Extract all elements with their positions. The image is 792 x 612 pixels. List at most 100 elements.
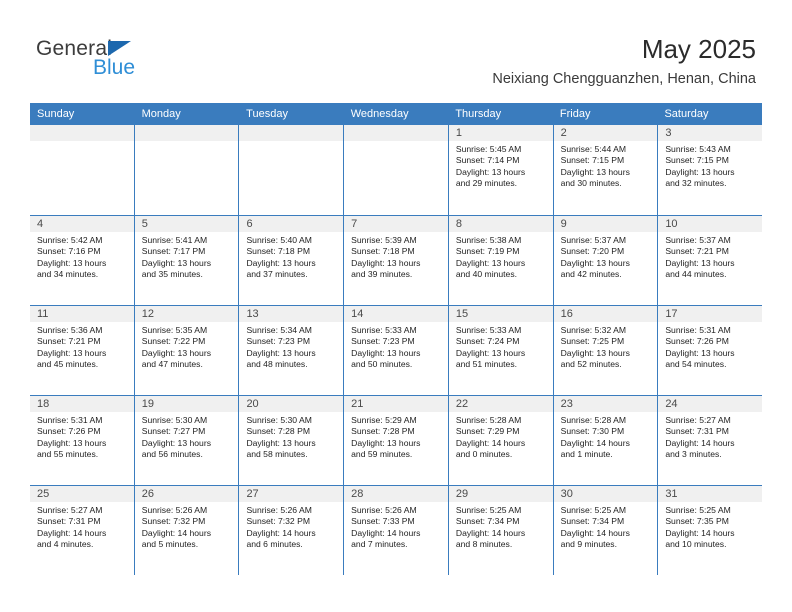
- calendar-day-cell[interactable]: 23 Sunrise: 5:28 AM Sunset: 7:30 PM Dayligh…: [552, 396, 658, 485]
- calendar-day-cell[interactable]: 26 Sunrise: 5:26 AM Sunset: 7:32 PM Dayligh…: [133, 486, 239, 575]
- sunrise-text: Sunrise: 5:44 AM: [560, 144, 627, 154]
- daylight-text-line2: and 35 minutes.: [141, 269, 203, 280]
- sunrise-text: Sunrise: 5:36 AM: [37, 325, 103, 335]
- day-details: Sunrise: 5:28 AM Sunset: 7:29 PM Daylight:…: [449, 412, 553, 461]
- day-details: Sunrise: 5:45 AM Sunset: 7:14 PM Daylight:…: [449, 141, 553, 190]
- sunrise-text: Sunrise: 5:33 AM: [455, 325, 522, 335]
- calendar-day-cell[interactable]: 14 Sunrise: 5:33 AM Sunset: 7:23 PM Dayligh…: [343, 306, 448, 395]
- daylight-text-line1: Daylight: 13 hours: [560, 166, 630, 177]
- page-title: May 2025: [641, 34, 756, 64]
- sunset-text: Sunset: 7:23 PM: [246, 336, 310, 347]
- sunrise-text: Sunrise: 5:41 AM: [141, 235, 208, 245]
- day-details: Sunrise: 5:37 AM Sunset: 7:21 PM Daylight:…: [658, 232, 762, 281]
- calendar-day-cell[interactable]: 6 Sunrise: 5:40 AM Sunset: 7:18 PM Daylight…: [238, 216, 344, 305]
- calendar-day-cell[interactable]: 31 Sunrise: 5:25 AM Sunset: 7:35 PM Dayligh…: [657, 486, 763, 575]
- day-number: [239, 125, 344, 141]
- day-number: 3: [658, 125, 763, 141]
- calendar-day-cell[interactable]: 7 Sunrise: 5:39 AM Sunset: 7:18 PM Daylight…: [343, 216, 448, 305]
- day-number: [30, 125, 134, 141]
- sunset-text: Sunset: 7:15 PM: [560, 155, 625, 166]
- day-number: 6: [239, 216, 344, 232]
- sunset-text: Sunset: 7:27 PM: [141, 426, 206, 437]
- daylight-text-line2: and 52 minutes.: [560, 359, 622, 370]
- sunrise-text: Sunrise: 5:35 AM: [141, 325, 208, 335]
- calendar-day-cell[interactable]: 15 Sunrise: 5:33 AM Sunset: 7:24 PM Dayligh…: [447, 306, 553, 395]
- day-details: Sunrise: 5:43 AM Sunset: 7:15 PM Daylight:…: [658, 141, 762, 190]
- sunset-text: Sunset: 7:31 PM: [37, 516, 101, 527]
- calendar-day-cell[interactable]: 24 Sunrise: 5:27 AM Sunset: 7:31 PM Dayligh…: [657, 396, 763, 485]
- sunset-text: Sunset: 7:15 PM: [665, 155, 729, 166]
- calendar-day-cell-empty: [133, 125, 239, 215]
- calendar-day-cell[interactable]: 12 Sunrise: 5:35 AM Sunset: 7:22 PM Dayligh…: [133, 306, 239, 395]
- day-number: 26: [134, 486, 239, 502]
- day-number: 10: [658, 216, 763, 232]
- calendar-day-cell[interactable]: 28 Sunrise: 5:26 AM Sunset: 7:33 PM Dayligh…: [343, 486, 448, 575]
- calendar-day-cell[interactable]: 18 Sunrise: 5:31 AM Sunset: 7:26 PM Dayligh…: [30, 396, 134, 485]
- weekday-header-row: Sunday Monday Tuesday Wednesday Thursday…: [30, 103, 762, 125]
- day-details: Sunrise: 5:27 AM Sunset: 7:31 PM Daylight:…: [30, 502, 134, 551]
- calendar-day-cell[interactable]: 1 Sunrise: 5:45 AM Sunset: 7:14 PM Daylight…: [447, 125, 553, 215]
- calendar-day-cell[interactable]: 9 Sunrise: 5:37 AM Sunset: 7:20 PM Daylight…: [552, 216, 658, 305]
- day-details: Sunrise: 5:25 AM Sunset: 7:35 PM Daylight:…: [658, 502, 762, 551]
- daylight-text-line1: Daylight: 13 hours: [246, 437, 316, 448]
- sunrise-text: Sunrise: 5:40 AM: [246, 235, 312, 245]
- calendar-day-cell[interactable]: 3 Sunrise: 5:43 AM Sunset: 7:15 PM Daylight…: [657, 125, 763, 215]
- sunset-text: Sunset: 7:25 PM: [560, 336, 625, 347]
- calendar-day-cell[interactable]: 2 Sunrise: 5:44 AM Sunset: 7:15 PM Daylight…: [552, 125, 658, 215]
- sunrise-text: Sunrise: 5:26 AM: [141, 505, 208, 515]
- sunrise-text: Sunrise: 5:45 AM: [455, 144, 522, 154]
- weekday-saturday: Saturday: [664, 108, 709, 120]
- calendar-day-cell[interactable]: 11 Sunrise: 5:36 AM Sunset: 7:21 PM Dayligh…: [30, 306, 134, 395]
- calendar-day-cell[interactable]: 27 Sunrise: 5:26 AM Sunset: 7:32 PM Dayligh…: [238, 486, 344, 575]
- calendar-day-cell[interactable]: 25 Sunrise: 5:27 AM Sunset: 7:31 PM Dayligh…: [30, 486, 134, 575]
- calendar-day-cell[interactable]: 22 Sunrise: 5:28 AM Sunset: 7:29 PM Dayligh…: [447, 396, 553, 485]
- day-number: 17: [658, 306, 763, 322]
- calendar-day-cell[interactable]: 21 Sunrise: 5:29 AM Sunset: 7:28 PM Dayligh…: [343, 396, 448, 485]
- daylight-text-line1: Daylight: 13 hours: [560, 347, 630, 358]
- sunset-text: Sunset: 7:35 PM: [665, 516, 729, 527]
- daylight-text-line1: Daylight: 13 hours: [246, 257, 316, 268]
- daylight-text-line2: and 8 minutes.: [455, 539, 513, 550]
- daylight-text-line1: Daylight: 13 hours: [665, 166, 735, 177]
- calendar-day-cell[interactable]: 17 Sunrise: 5:31 AM Sunset: 7:26 PM Dayligh…: [657, 306, 763, 395]
- calendar-day-cell[interactable]: 5 Sunrise: 5:41 AM Sunset: 7:17 PM Daylight…: [133, 216, 239, 305]
- calendar-day-cell[interactable]: 30 Sunrise: 5:25 AM Sunset: 7:34 PM Dayligh…: [552, 486, 658, 575]
- sunset-text: Sunset: 7:21 PM: [665, 246, 729, 257]
- calendar-day-cell[interactable]: 19 Sunrise: 5:30 AM Sunset: 7:27 PM Dayligh…: [133, 396, 239, 485]
- daylight-text-line2: and 0 minutes.: [455, 449, 513, 460]
- sunrise-text: Sunrise: 5:32 AM: [560, 325, 627, 335]
- daylight-text-line2: and 6 minutes.: [246, 539, 303, 550]
- general-blue-logo[interactable]: General Blue: [36, 38, 296, 88]
- calendar-weeks: 1 Sunrise: 5:45 AM Sunset: 7:14 PM Daylight…: [30, 125, 763, 575]
- daylight-text-line2: and 50 minutes.: [351, 359, 413, 370]
- day-number: 16: [553, 306, 658, 322]
- day-number: 25: [30, 486, 134, 502]
- day-number: 23: [553, 396, 658, 412]
- day-number: 29: [448, 486, 553, 502]
- day-details: Sunrise: 5:39 AM Sunset: 7:18 PM Daylight:…: [344, 232, 448, 281]
- calendar-day-cell[interactable]: 20 Sunrise: 5:30 AM Sunset: 7:28 PM Dayligh…: [238, 396, 344, 485]
- day-number: 11: [30, 306, 134, 322]
- day-number: 2: [553, 125, 658, 141]
- day-number: 8: [448, 216, 553, 232]
- daylight-text-line2: and 55 minutes.: [37, 449, 99, 460]
- day-number: 7: [344, 216, 448, 232]
- sunset-text: Sunset: 7:24 PM: [455, 336, 520, 347]
- daylight-text-line1: Daylight: 14 hours: [560, 527, 630, 538]
- calendar-day-cell[interactable]: 8 Sunrise: 5:38 AM Sunset: 7:19 PM Daylight…: [447, 216, 553, 305]
- sunset-text: Sunset: 7:18 PM: [351, 246, 415, 257]
- calendar-day-cell[interactable]: 13 Sunrise: 5:34 AM Sunset: 7:23 PM Dayligh…: [238, 306, 344, 395]
- calendar-day-cell[interactable]: 29 Sunrise: 5:25 AM Sunset: 7:34 PM Dayligh…: [447, 486, 553, 575]
- calendar-day-cell[interactable]: 4 Sunrise: 5:42 AM Sunset: 7:16 PM Daylight…: [30, 216, 134, 305]
- calendar-day-cell[interactable]: 16 Sunrise: 5:32 AM Sunset: 7:25 PM Dayligh…: [552, 306, 658, 395]
- daylight-text-line2: and 3 minutes.: [665, 449, 722, 460]
- daylight-text-line2: and 58 minutes.: [246, 449, 308, 460]
- day-details: Sunrise: 5:27 AM Sunset: 7:31 PM Daylight:…: [658, 412, 762, 461]
- daylight-text-line1: Daylight: 14 hours: [37, 527, 107, 538]
- calendar-day-cell[interactable]: 10 Sunrise: 5:37 AM Sunset: 7:21 PM Dayligh…: [657, 216, 763, 305]
- day-details: Sunrise: 5:32 AM Sunset: 7:25 PM Daylight:…: [554, 322, 658, 371]
- calendar-week-row: 25 Sunrise: 5:27 AM Sunset: 7:31 PM Dayligh…: [30, 485, 763, 575]
- sunset-text: Sunset: 7:28 PM: [246, 426, 310, 437]
- calendar-page: General Blue May 2025 Neixiang Chengguan…: [0, 0, 792, 612]
- day-details: Sunrise: 5:36 AM Sunset: 7:21 PM Daylight:…: [30, 322, 134, 371]
